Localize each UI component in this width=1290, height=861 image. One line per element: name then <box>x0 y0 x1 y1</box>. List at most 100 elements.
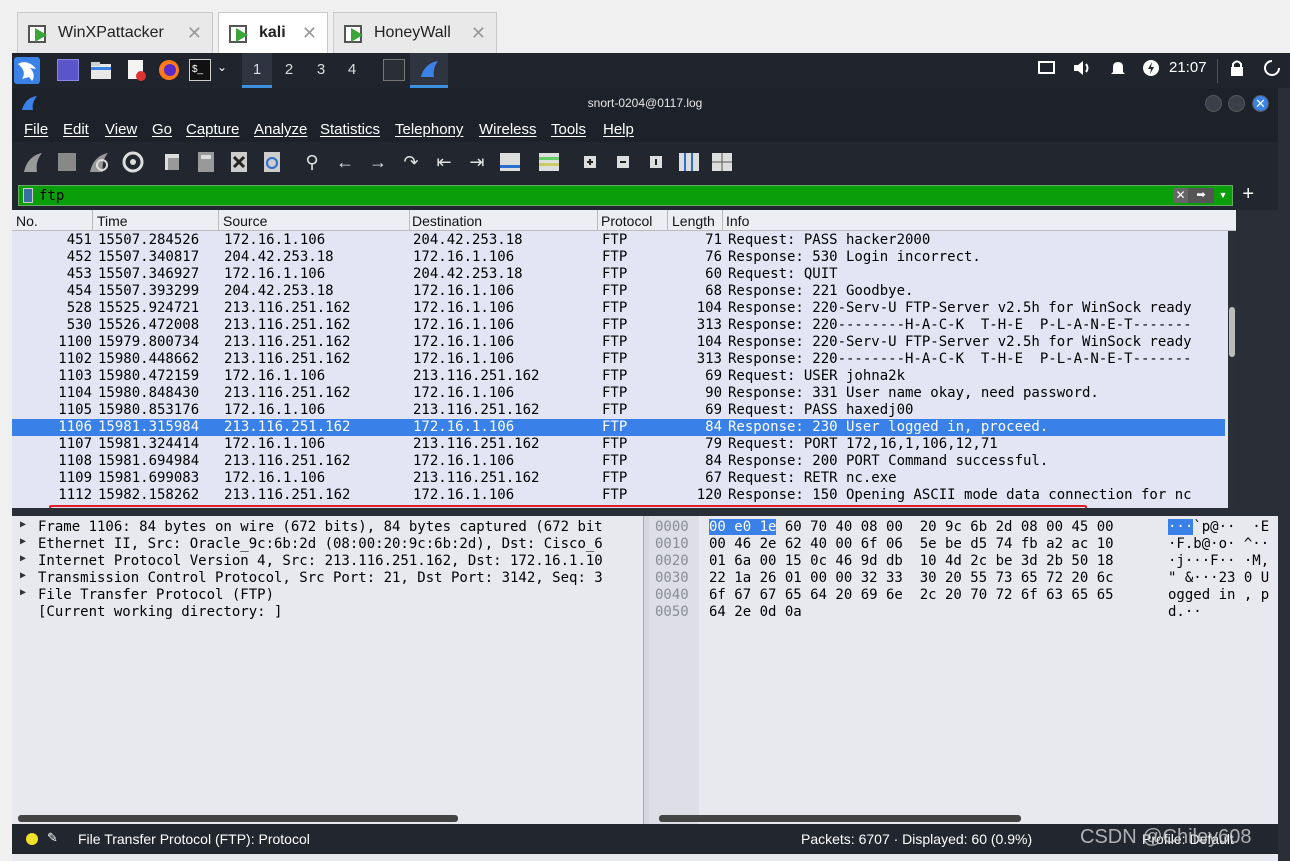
packet-row[interactable]: 1104 15980.848430 213.116.251.162 172.16.1.… <box>12 385 1225 402</box>
detail-row-frame[interactable]: ▶ Frame 1106: 84 bytes on wire (672 bits)… <box>12 519 643 536</box>
menu-tools[interactable]: Tools <box>551 121 586 138</box>
packet-row[interactable]: 1109 15981.699083 172.16.1.106 213.116.251.… <box>12 470 1225 487</box>
minimize-button[interactable] <box>1205 95 1222 112</box>
chevron-down-icon[interactable]: ▼ <box>1216 188 1230 203</box>
column-header-protocol[interactable]: Protocol <box>601 213 652 229</box>
start-capture-icon[interactable] <box>22 150 46 174</box>
menu-file[interactable]: File <box>24 121 48 138</box>
menu-telephony[interactable]: Telephony <box>395 121 463 138</box>
column-header-info[interactable]: Info <box>726 213 749 229</box>
menu-help[interactable]: Help <box>603 121 634 138</box>
hex-row[interactable]: 6f 67 67 65 64 20 69 6e 2c 20 70 72 6f 6… <box>709 587 1114 604</box>
detail-row-ip[interactable]: ▶ Internet Protocol Version 4, Src: 213.1… <box>12 553 643 570</box>
packet-row[interactable]: 451 15507.284526 172.16.1.106 204.42.253.18… <box>12 232 1225 249</box>
menu-analyze[interactable]: Analyze <box>254 121 307 138</box>
ascii-row[interactable]: ·j···F·· ·M, <box>1168 553 1269 570</box>
normal-size-icon[interactable] <box>644 150 668 174</box>
open-file-icon[interactable] <box>161 150 185 174</box>
restart-capture-icon[interactable] <box>88 150 112 174</box>
hex-row[interactable]: 01 6a 00 15 0c 46 9d db 10 4d 2c be 3d 2… <box>709 553 1114 570</box>
reload-file-icon[interactable] <box>260 150 284 174</box>
firefox-icon[interactable] <box>158 59 180 81</box>
column-separator[interactable] <box>218 210 219 231</box>
packet-row[interactable]: 1102 15980.448662 213.116.251.162 172.16.1.… <box>12 351 1225 368</box>
comment-icon[interactable]: ✎ <box>47 830 58 846</box>
autoscroll-icon[interactable] <box>498 150 522 174</box>
kali-menu-icon[interactable] <box>14 57 40 84</box>
go-back-icon[interactable]: ← <box>333 150 357 174</box>
column-separator[interactable] <box>409 210 410 231</box>
display-icon[interactable] <box>1038 59 1056 81</box>
packet-row[interactable]: 453 15507.346927 172.16.1.106 204.42.253.18… <box>12 266 1225 283</box>
detail-row-tcp[interactable]: ▶ Transmission Control Protocol, Src Port… <box>12 570 643 587</box>
logout-icon[interactable] <box>1263 59 1281 81</box>
close-icon[interactable]: ✕ <box>471 23 486 44</box>
scrollbar-thumb[interactable] <box>1229 307 1235 357</box>
expand-arrow-icon[interactable]: ▶ <box>20 570 26 581</box>
workspace-2[interactable]: 2 <box>274 53 304 88</box>
find-packet-icon[interactable]: ⚲ <box>300 150 324 174</box>
packet-row[interactable]: 1100 15979.800734 213.116.251.162 172.16.1.… <box>12 334 1225 351</box>
packet-row[interactable]: 530 15526.472008 213.116.251.162 172.16.1.1… <box>12 317 1225 334</box>
packet-row[interactable]: 454 15507.393299 204.42.253.18 172.16.1.106… <box>12 283 1225 300</box>
expand-arrow-icon[interactable]: ▶ <box>20 536 26 547</box>
close-icon[interactable]: ✕ <box>187 23 202 44</box>
file-manager-icon[interactable] <box>90 59 112 81</box>
apply-filter-icon[interactable]: ➡ <box>1188 188 1214 203</box>
go-forward-icon[interactable]: → <box>366 150 390 174</box>
maximize-button[interactable] <box>1228 95 1245 112</box>
power-manager-icon[interactable] <box>1142 59 1160 81</box>
go-to-packet-icon[interactable]: ↷ <box>399 150 423 174</box>
volume-icon[interactable] <box>1072 59 1092 81</box>
chevron-down-icon[interactable]: ⌄ <box>217 60 227 74</box>
vm-tab-winxpattacker[interactable]: WinXPattacker ✕ <box>17 12 213 53</box>
packet-row[interactable]: 1105 15980.853176 172.16.1.106 213.116.251.… <box>12 402 1225 419</box>
resize-columns-icon[interactable] <box>677 150 701 174</box>
terminal-window-icon[interactable] <box>383 59 405 81</box>
pane-splitter[interactable] <box>12 508 1278 516</box>
menu-wireless[interactable]: Wireless <box>479 121 537 138</box>
ascii-row[interactable]: ·F.b@·o· ^·· <box>1168 536 1269 553</box>
packet-list-scrollbar[interactable] <box>1228 231 1236 508</box>
hex-row[interactable]: 22 1a 26 01 00 00 32 33 30 20 55 73 65 7… <box>709 570 1114 587</box>
detail-row-ethernet[interactable]: ▶ Ethernet II, Src: Oracle_9c:6b:2d (08:0… <box>12 536 643 553</box>
workspace-4[interactable]: 4 <box>337 53 367 88</box>
column-separator[interactable] <box>92 210 93 231</box>
add-filter-button[interactable]: + <box>1242 183 1254 206</box>
bytes-hscrollbar[interactable] <box>659 815 1021 822</box>
column-header-length[interactable]: Length <box>672 213 715 229</box>
text-editor-icon[interactable] <box>125 59 147 81</box>
stop-capture-icon[interactable] <box>55 150 79 174</box>
ascii-row[interactable]: ···`p@·· ·E <box>1168 519 1269 536</box>
column-preferences-icon[interactable] <box>710 150 734 174</box>
menu-capture[interactable]: Capture <box>186 121 239 138</box>
packet-row[interactable]: 1108 15981.694984 213.116.251.162 172.16.1.… <box>12 453 1225 470</box>
expand-arrow-icon[interactable]: ▶ <box>20 553 26 564</box>
hex-row[interactable]: 64 2e 0d 0a <box>709 604 802 621</box>
show-desktop-icon[interactable] <box>57 59 79 81</box>
first-packet-icon[interactable]: ⇤ <box>432 150 456 174</box>
packet-row[interactable]: 452 15507.340817 204.42.253.18 172.16.1.106… <box>12 249 1225 266</box>
column-separator[interactable] <box>667 210 668 231</box>
ascii-row[interactable]: d.·· <box>1168 604 1202 621</box>
ascii-row[interactable]: " &···23 0 U <box>1168 570 1269 587</box>
last-packet-icon[interactable]: ⇥ <box>465 150 489 174</box>
workspace-1[interactable]: 1 <box>242 53 272 88</box>
save-file-icon[interactable] <box>194 150 218 174</box>
expand-arrow-icon[interactable]: ▶ <box>20 587 26 598</box>
close-icon[interactable]: ✕ <box>302 23 317 44</box>
details-hscrollbar[interactable] <box>18 815 458 822</box>
packet-row[interactable]: 1112 15982.158262 213.116.251.162 172.16.1.… <box>12 487 1225 504</box>
column-header-destination[interactable]: Destination <box>412 213 482 229</box>
bookmark-icon[interactable] <box>23 188 33 203</box>
expert-info-icon[interactable] <box>26 833 38 845</box>
menu-view[interactable]: View <box>105 121 137 138</box>
wireshark-task-button[interactable] <box>410 53 448 88</box>
hex-row[interactable]: 00 e0 1e 60 70 40 08 00 20 9c 6b 2d 08 0… <box>709 519 1114 536</box>
lock-icon[interactable] <box>1228 59 1246 81</box>
vm-tab-honeywall[interactable]: HoneyWall ✕ <box>333 12 497 53</box>
ascii-row[interactable]: ogged in , p <box>1168 587 1269 604</box>
zoom-in-icon[interactable] <box>578 150 602 174</box>
terminal-icon[interactable]: $_ <box>189 59 211 81</box>
workspace-3[interactable]: 3 <box>306 53 336 88</box>
